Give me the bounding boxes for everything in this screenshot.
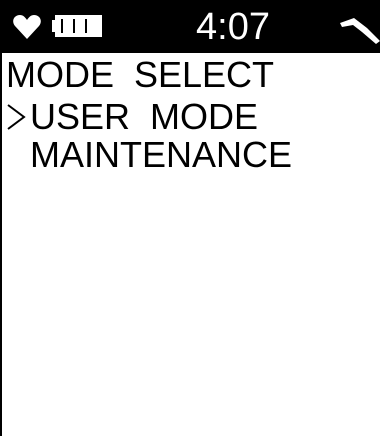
clock-time: 4:07: [196, 6, 270, 48]
device-screen: 4:07 MODE SELECT USER MODE MAINTENANCE: [0, 0, 380, 436]
signal-icon: [340, 18, 380, 44]
menu-item-maintenance[interactable]: MAINTENANCE: [0, 135, 380, 175]
page-title: MODE SELECT: [6, 54, 275, 95]
menu-item-label: MAINTENANCE: [30, 134, 293, 175]
status-bar: 4:07: [0, 0, 380, 53]
battery-icon: [52, 15, 102, 37]
screen-border: [0, 0, 2, 436]
menu-item-label: USER MODE: [30, 96, 259, 137]
selection-cursor-icon: [7, 104, 26, 130]
heart-icon: [13, 15, 41, 39]
menu-item-user-mode[interactable]: USER MODE: [0, 97, 380, 137]
